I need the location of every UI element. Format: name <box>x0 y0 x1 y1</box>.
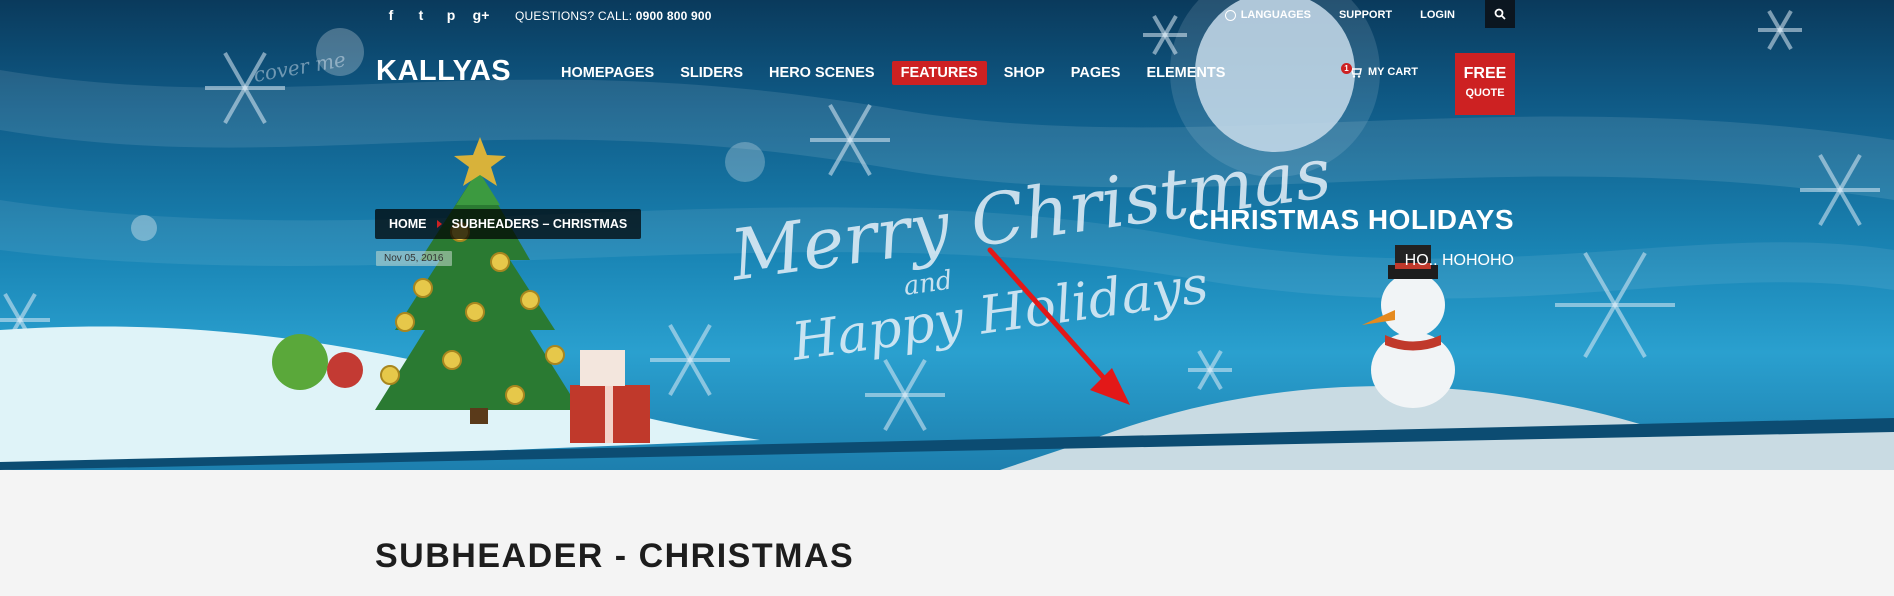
breadcrumb-separator-icon <box>436 220 442 228</box>
phone-number[interactable]: 0900 800 900 <box>636 9 712 23</box>
page-title: SUBHEADER - CHRISTMAS <box>375 537 855 575</box>
globe-icon <box>1224 9 1236 21</box>
cart-label: MY CART <box>1368 66 1418 78</box>
nav-item-shop[interactable]: SHOP <box>995 61 1054 85</box>
breadcrumb-home[interactable]: HOME <box>389 217 427 231</box>
free-label: FREE <box>1463 65 1507 82</box>
quote-label: QUOTE <box>1465 87 1505 99</box>
social-links: f t p g+ <box>383 6 490 24</box>
pinterest-icon[interactable]: p <box>443 6 459 24</box>
nav-item-sliders[interactable]: SLIDERS <box>671 61 752 85</box>
support-link[interactable]: SUPPORT <box>1339 9 1392 21</box>
top-links: LANGUAGES SUPPORT LOGIN <box>1224 9 1455 21</box>
nav-item-hero-scenes[interactable]: HERO SCENES <box>760 61 884 85</box>
artwork-cover-me: cover me <box>252 47 348 87</box>
facebook-icon[interactable]: f <box>383 6 399 24</box>
post-date: Nov 05, 2016 <box>376 251 452 266</box>
questions-label: QUESTIONS? CALL: <box>515 9 633 23</box>
login-link[interactable]: LOGIN <box>1420 9 1455 21</box>
cart-link[interactable]: 1 MY CART <box>1341 63 1418 78</box>
top-bar: f t p g+ QUESTIONS? CALL: 0900 800 900 L… <box>375 0 1515 32</box>
cart-count-badge: 1 <box>1341 63 1352 74</box>
free-quote-button[interactable]: FREE QUOTE <box>1455 53 1515 115</box>
nav-item-homepages[interactable]: HOMEPAGES <box>552 61 663 85</box>
googleplus-icon[interactable]: g+ <box>473 6 490 24</box>
site-logo[interactable]: KALLYAS <box>376 55 511 88</box>
hero-banner: Merry Christmas and Happy Holidays cover… <box>0 0 1894 470</box>
twitter-icon[interactable]: t <box>413 6 429 24</box>
breadcrumb-current: SUBHEADERS – CHRISTMAS <box>451 217 628 231</box>
main-nav: HOMEPAGES SLIDERS HERO SCENES FEATURES S… <box>552 61 1234 85</box>
languages-label: LANGUAGES <box>1240 9 1311 21</box>
contact-info: QUESTIONS? CALL: 0900 800 900 <box>515 9 712 23</box>
search-button[interactable] <box>1485 0 1515 28</box>
hero-subtitle: HO.. HOHOHO <box>1404 252 1514 269</box>
nav-item-pages[interactable]: PAGES <box>1062 61 1130 85</box>
breadcrumb: HOME SUBHEADERS – CHRISTMAS <box>375 209 642 239</box>
nav-item-features[interactable]: FEATURES <box>891 61 987 85</box>
languages-link[interactable]: LANGUAGES <box>1224 9 1311 21</box>
hero-title: CHRISTMAS HOLIDAYS <box>1188 204 1514 235</box>
nav-item-elements[interactable]: ELEMENTS <box>1137 61 1234 85</box>
search-icon <box>1494 8 1506 20</box>
